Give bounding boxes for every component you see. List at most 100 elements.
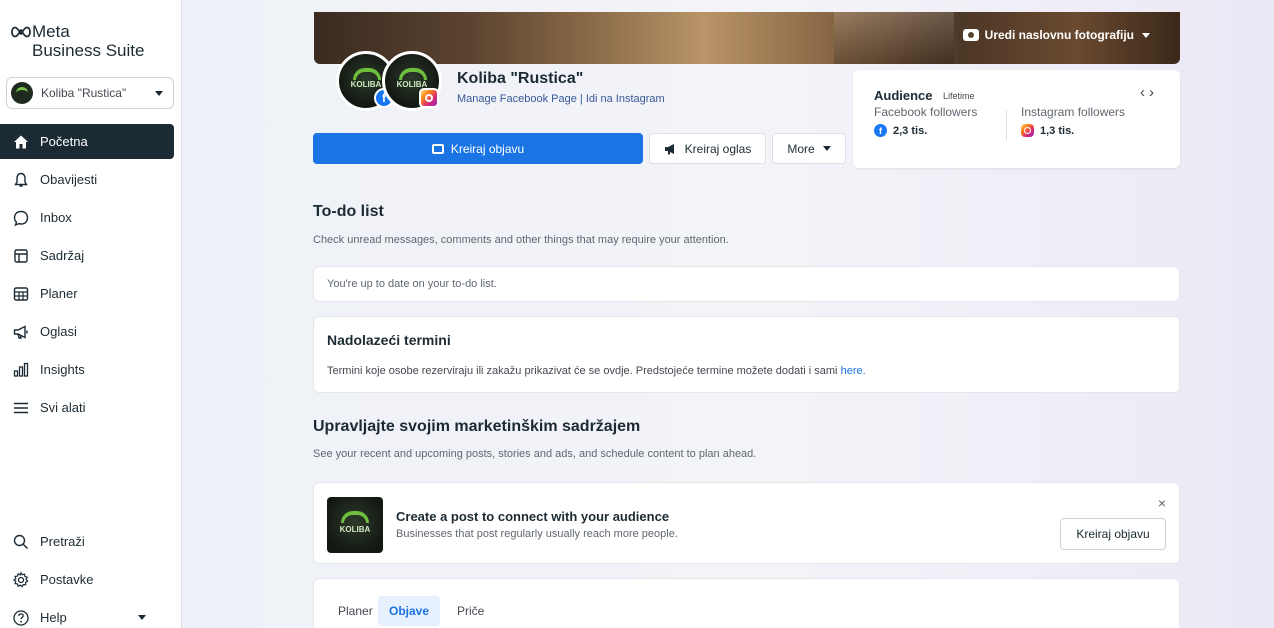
menu-icon <box>12 399 30 417</box>
chevron-down-icon <box>1142 32 1150 38</box>
nav-item-pocetna[interactable]: Početna <box>0 124 174 159</box>
megaphone-icon <box>12 323 30 341</box>
page-links[interactable]: Manage Facebook Page | Idi na Instagram <box>457 93 665 105</box>
create-ad-label: Kreiraj oglas <box>684 141 752 156</box>
post-icon <box>431 143 444 154</box>
more-button[interactable]: More <box>772 133 846 164</box>
facebook-followers: Facebook followers f 2,3 tis. <box>874 105 977 137</box>
nav-item-help[interactable]: Help <box>0 600 174 628</box>
fb-followers-value-row: f 2,3 tis. <box>874 124 977 137</box>
more-label: More <box>787 141 815 156</box>
nav-label: Planer <box>40 286 78 301</box>
page-name: Koliba "Rustica" <box>457 70 584 87</box>
nav-label: Početna <box>40 134 88 149</box>
nav-item-insights[interactable]: Insights <box>0 352 174 387</box>
todo-subtitle: Check unread messages, comments and othe… <box>313 234 729 246</box>
create-post-prompt-card: KOLIBA Create a post to connect with you… <box>313 482 1180 564</box>
prompt-create-post-button[interactable]: Kreiraj objavu <box>1060 518 1166 550</box>
bottom-nav: Pretraži Postavke Help <box>0 524 182 628</box>
nav-label: Insights <box>40 362 85 377</box>
gear-icon <box>12 570 30 589</box>
fb-followers-value: 2,3 tis. <box>893 124 928 137</box>
audience-pager[interactable]: ‹› <box>1140 84 1158 101</box>
audience-title: Audience <box>874 88 933 103</box>
todo-card: You're up to date on your to-do list. <box>313 266 1180 302</box>
bell-icon <box>12 171 30 189</box>
bar-chart-icon <box>12 361 30 379</box>
nav-item-planer[interactable]: Planer <box>0 276 174 311</box>
chat-bubble-icon <box>12 209 30 227</box>
logo-line-2: Business Suite <box>32 41 145 60</box>
nav-label: Oglasi <box>40 324 77 339</box>
appointments-card: Nadolazeći termini Termini koje osobe re… <box>313 316 1180 393</box>
sidebar: Meta Business Suite Koliba "Rustica" Poč… <box>0 0 182 628</box>
marketing-title: Upravljajte svojim marketinškim sadržaje… <box>313 418 641 435</box>
create-ad-button[interactable]: Kreiraj oglas <box>649 133 766 164</box>
content-tabs-card: Planer Objave Priče <box>313 578 1180 628</box>
tab-planer[interactable]: Planer <box>327 596 384 626</box>
nav-label: Obavijesti <box>40 172 98 187</box>
nav-label: Postavke <box>40 572 94 587</box>
todo-status: You're up to date on your to-do list. <box>327 278 497 290</box>
content-icon <box>12 247 30 265</box>
account-switcher[interactable]: Koliba "Rustica" <box>6 77 174 109</box>
create-post-label: Kreiraj objavu <box>450 141 525 156</box>
logo-roof-shape <box>341 511 369 523</box>
facebook-icon: f <box>874 124 887 137</box>
logo-line-1: Meta <box>32 22 70 41</box>
instagram-followers: Instagram followers 1,3 tis. <box>1021 105 1125 137</box>
nav-item-pretrazi[interactable]: Pretraži <box>0 524 174 559</box>
nav-item-sadrzaj[interactable]: Sadržaj <box>0 238 174 273</box>
nav-item-inbox[interactable]: Inbox <box>0 200 174 235</box>
main-content: Uredi naslovnu fotografiju KOLIBA f KOLI… <box>183 0 1274 628</box>
close-icon[interactable]: × <box>1158 495 1166 511</box>
todo-title: To-do list <box>313 203 384 220</box>
nav-item-svi-alati[interactable]: Svi alati <box>0 390 174 425</box>
ig-followers-value-row: 1,3 tis. <box>1021 124 1125 137</box>
instagram-icon <box>419 88 439 108</box>
meta-business-suite-logo[interactable]: Meta Business Suite <box>10 22 170 62</box>
ig-followers-value: 1,3 tis. <box>1040 124 1075 137</box>
search-icon <box>12 533 30 551</box>
instagram-icon <box>1021 124 1034 137</box>
chevron-down-icon[interactable] <box>138 615 146 620</box>
appointments-here-link[interactable]: here. <box>841 365 866 377</box>
appointments-desc: Termini koje osobe rezerviraju ili zakaž… <box>327 365 866 377</box>
post-prompt-subtitle: Businesses that post regularly usually r… <box>396 528 678 540</box>
meta-infinity-icon <box>11 26 31 38</box>
home-icon <box>12 133 30 151</box>
divider <box>1006 110 1007 140</box>
account-avatar <box>11 82 33 104</box>
edit-cover-button[interactable]: Uredi naslovnu fotografiju <box>962 24 1150 46</box>
account-name: Koliba "Rustica" <box>41 86 127 100</box>
nav-item-oglasi[interactable]: Oglasi <box>0 314 174 349</box>
audience-card: Audience Lifetime ‹› Facebook followers … <box>853 70 1180 168</box>
nav-label: Help <box>40 610 67 625</box>
page-thumbnail: KOLIBA <box>327 497 383 553</box>
fb-followers-label: Facebook followers <box>874 105 978 119</box>
tab-objave[interactable]: Objave <box>378 596 441 626</box>
post-prompt-title: Create a post to connect with your audie… <box>396 509 670 524</box>
chevron-down-icon <box>822 146 831 151</box>
nav-label: Svi alati <box>40 400 86 415</box>
megaphone-icon <box>664 143 674 154</box>
audience-subtitle: Lifetime <box>943 91 975 101</box>
ig-followers-label: Instagram followers <box>1021 105 1126 119</box>
chevron-down-icon <box>155 90 163 96</box>
calendar-icon <box>12 285 30 303</box>
appointments-desc-text: Termini koje osobe rezerviraju ili zakaž… <box>327 365 838 377</box>
logo-roof-shape <box>353 68 381 80</box>
nav-item-obavijesti[interactable]: Obavijesti <box>0 162 174 197</box>
thumbnail-text: KOLIBA <box>339 525 371 534</box>
nav-item-postavke[interactable]: Postavke <box>0 562 174 597</box>
marketing-subtitle: See your recent and upcoming posts, stor… <box>313 448 757 460</box>
create-post-button[interactable]: Kreiraj objavu <box>313 133 643 164</box>
nav-label: Pretraži <box>40 534 85 549</box>
help-circle-icon <box>12 609 30 627</box>
nav-label: Inbox <box>40 210 72 225</box>
main-nav: Početna Obavijesti Inbox Sadržaj Planer <box>0 124 182 428</box>
tab-price[interactable]: Priče <box>446 596 495 626</box>
cover-photo: Uredi naslovnu fotografiju <box>314 12 1180 64</box>
nav-label: Sadržaj <box>40 248 85 263</box>
camera-icon <box>962 29 979 41</box>
